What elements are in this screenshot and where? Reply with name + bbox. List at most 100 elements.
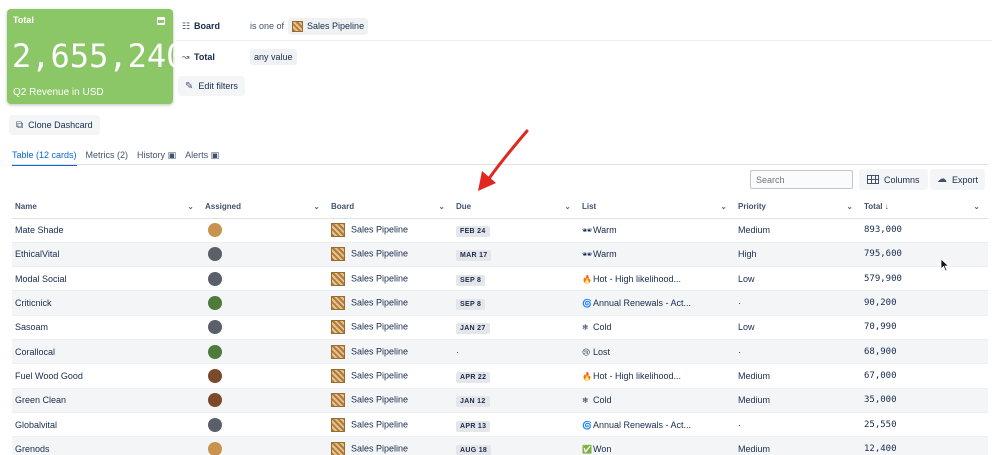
cell-name[interactable]: EthicalVital [12,242,202,268]
clone-dashcard-button[interactable]: ⧉ Clone Dashcard [9,115,100,135]
chevron-down-icon[interactable]: ⌄ [313,202,320,211]
cell-due[interactable]: SEP 8 [453,290,579,316]
cell-due[interactable]: APR 13 [453,412,579,438]
cell-name[interactable]: Sasoam [12,315,202,340]
table-row[interactable]: EthicalVital Sales Pipeline MAR 17 🕶Warm Hig… [12,242,988,268]
column-header-name[interactable]: Name ⌄ [12,196,202,219]
table-row[interactable]: Grenods Sales Pipeline AUG 18 ✅Won Medium 12,… [12,436,988,455]
cell-name[interactable]: Green Clean [12,388,202,413]
cell-total[interactable]: 25,550 [861,412,988,438]
chevron-down-icon[interactable]: ⌄ [187,202,194,211]
avatar[interactable] [208,296,222,311]
cell-priority[interactable]: Medium [735,218,861,243]
cell-board[interactable]: Sales Pipeline [328,315,453,340]
table-row[interactable]: Sasoam Sales Pipeline JAN 27 ❄ Cold Low 70,990 [12,315,988,340]
cell-due[interactable]: · [453,339,579,365]
cell-total[interactable]: 35,000 [861,388,988,413]
table-row[interactable]: Corallocal Sales Pipeline · 😢 Lost · 68,900 [12,339,988,365]
avatar[interactable] [208,247,222,262]
column-header-priority[interactable]: Priority ⌄ [735,196,861,219]
cell-list[interactable]: 😢 Lost [579,339,735,365]
cell-name[interactable]: Criticnick [12,290,202,316]
column-header-board[interactable]: Board ⌄ [328,196,453,219]
cell-assigned[interactable] [202,412,328,438]
cell-list[interactable]: ❄ Cold [579,315,735,340]
cell-assigned[interactable] [202,339,328,365]
cell-total[interactable]: 12,400 [861,436,988,455]
cell-priority[interactable]: Low [735,266,861,292]
search-input[interactable] [750,170,853,189]
filter-value-chip[interactable]: Sales Pipeline [288,17,369,35]
cell-priority[interactable]: Low [735,315,861,340]
export-button[interactable]: ☁ Export [930,169,986,190]
cell-total[interactable]: 90,200 [861,290,988,316]
cell-board[interactable]: Sales Pipeline [328,218,453,243]
table-row[interactable]: Modal Social Sales Pipeline SEP 8 🔥Hot - Hi… [12,266,988,292]
cell-priority[interactable]: High [735,242,861,268]
cell-due[interactable]: AUG 18 [453,436,579,455]
cell-board[interactable]: Sales Pipeline [328,290,453,316]
cell-list[interactable]: 🌀Annual Renewals - Act... [579,290,735,316]
column-header-list[interactable]: List ⌄ [579,196,735,219]
cell-list[interactable]: 🔥Hot - High likelihood... [579,266,735,292]
image-icon[interactable] [157,17,165,25]
cell-list[interactable]: 🔥Hot - High likelihood... [579,363,735,389]
chevron-down-icon[interactable]: ⌄ [720,202,727,211]
cell-due[interactable]: MAR 17 [453,242,579,268]
cell-due[interactable]: FEB 24 [453,218,579,243]
cell-board[interactable]: Sales Pipeline [328,266,453,292]
cell-due[interactable]: JAN 27 [453,315,579,340]
chevron-down-icon[interactable]: ⌄ [846,202,853,211]
cell-total[interactable]: 68,900 [861,339,988,365]
table-row[interactable]: Mate Shade Sales Pipeline FEB 24 🕶Warm Mediu… [12,218,988,243]
chevron-down-icon[interactable]: ⌄ [438,202,445,211]
total-card[interactable]: Total 2,655,240 Q2 Revenue in USD [7,9,185,104]
cell-assigned[interactable] [202,242,328,268]
cell-total[interactable]: 67,000 [861,363,988,389]
cell-assigned[interactable] [202,436,328,455]
cell-list[interactable]: 🕶Warm [579,242,735,268]
chevron-down-icon[interactable]: ⌄ [973,202,980,211]
avatar[interactable] [208,271,222,286]
cell-assigned[interactable] [202,266,328,292]
cell-board[interactable]: Sales Pipeline [328,436,453,455]
table-row[interactable]: Criticnick Sales Pipeline SEP 8 🌀Annual Ren… [12,290,988,316]
cell-total[interactable]: 579,900 [861,266,988,292]
avatar[interactable] [208,223,222,238]
cell-assigned[interactable] [202,218,328,243]
cell-list[interactable]: 🕶Warm [579,218,735,243]
cell-list[interactable]: ✅Won [579,436,735,455]
avatar[interactable] [208,320,222,335]
table-row[interactable]: Fuel Wood Good Sales Pipeline APR 22 🔥Hot -… [12,363,988,389]
avatar[interactable] [208,393,222,408]
filter-value-chip[interactable]: any value [250,49,297,65]
cell-board[interactable]: Sales Pipeline [328,363,453,389]
cell-priority[interactable]: · [735,339,861,365]
cell-list[interactable]: ❄ Cold [579,388,735,413]
cell-assigned[interactable] [202,315,328,340]
cell-total[interactable]: 795,600 [861,242,988,268]
edit-filters-button[interactable]: ✎ Edit filters [178,76,245,96]
column-header-assigned[interactable]: Assigned ⌄ [202,196,328,219]
cell-due[interactable]: APR 22 [453,363,579,389]
cell-priority[interactable]: Medium [735,363,861,389]
cell-name[interactable]: Modal Social [12,266,202,292]
cell-due[interactable]: SEP 8 [453,266,579,292]
cell-name[interactable]: Grenods [12,436,202,455]
cell-priority[interactable]: · [735,412,861,438]
cell-due[interactable]: JAN 12 [453,388,579,413]
cell-priority[interactable]: Medium [735,388,861,413]
cell-board[interactable]: Sales Pipeline [328,242,453,268]
cell-board[interactable]: Sales Pipeline [328,388,453,413]
table-row[interactable]: Green Clean Sales Pipeline JAN 12 ❄ Cold Medi… [12,388,988,413]
cell-name[interactable]: Corallocal [12,339,202,365]
cell-total[interactable]: 70,990 [861,315,988,340]
columns-button[interactable]: Columns [859,169,928,190]
cell-list[interactable]: 🌀Annual Renewals - Act... [579,412,735,438]
cell-total[interactable]: 893,000 [861,218,988,243]
avatar[interactable] [208,344,222,359]
cell-name[interactable]: Globalvital [12,412,202,438]
cell-board[interactable]: Sales Pipeline [328,339,453,365]
cell-priority[interactable]: · [735,290,861,316]
cell-name[interactable]: Mate Shade [12,218,202,243]
